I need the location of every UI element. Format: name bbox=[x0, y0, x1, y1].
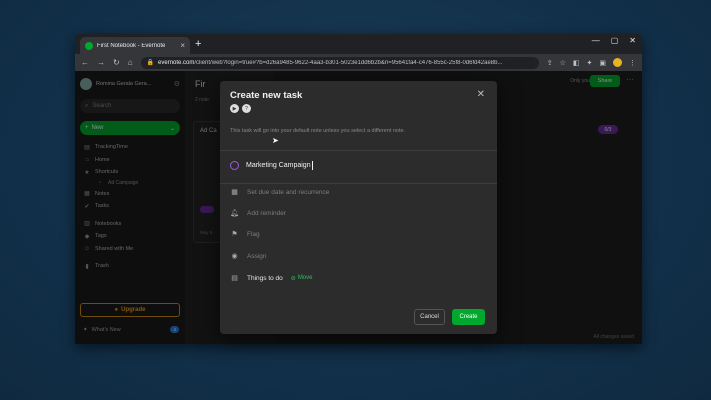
divider bbox=[220, 183, 497, 184]
extensions-area: ⇪ ☆ ◧ ✦ ▣ ⋮ bbox=[547, 58, 636, 67]
window-close-button[interactable]: ✕ bbox=[629, 36, 636, 45]
flag-icon: ⚑ bbox=[231, 231, 238, 238]
create-button[interactable]: Create bbox=[452, 309, 485, 325]
home-button[interactable]: ⌂ bbox=[128, 58, 133, 67]
tab-bar: First Notebook - Evernote × + — ▢ ✕ bbox=[75, 34, 642, 54]
window-controls: — ▢ ✕ bbox=[592, 36, 636, 45]
option-label: Add reminder bbox=[247, 209, 287, 217]
task-location-row: ▤ Things to do ⊘ Move bbox=[230, 274, 313, 283]
task-name-field[interactable]: Marketing Campaign bbox=[230, 159, 490, 171]
help-icon[interactable]: ? bbox=[242, 104, 251, 113]
due-date-option[interactable]: ▦ Set due date and recurrence bbox=[230, 188, 330, 197]
dialog-title: Create new task bbox=[230, 90, 303, 101]
task-checkbox[interactable] bbox=[230, 160, 239, 170]
assign-option[interactable]: ◉ Assign bbox=[230, 252, 267, 261]
move-label: Move bbox=[297, 275, 313, 281]
minimize-button[interactable]: — bbox=[592, 36, 600, 45]
close-icon[interactable]: ✕ bbox=[477, 89, 485, 100]
puzzle-icon[interactable]: ✦ bbox=[587, 59, 593, 67]
profile-avatar[interactable] bbox=[613, 58, 622, 67]
person-icon: ◉ bbox=[231, 253, 238, 260]
maximize-button[interactable]: ▢ bbox=[611, 36, 619, 45]
option-label: Assign bbox=[247, 252, 267, 260]
url-text: evernote.com/client/web?login=true#?b=d2… bbox=[158, 59, 503, 66]
divider bbox=[220, 150, 497, 151]
address-toolbar: ← → ↻ ⌂ 🔒 evernote.com/client/web?login=… bbox=[75, 54, 642, 71]
dialog-help-icons: ▶ ? bbox=[230, 104, 251, 113]
location-label: Things to do bbox=[247, 274, 283, 282]
tab-title: First Notebook - Evernote bbox=[97, 42, 166, 49]
lock-icon: 🔒 bbox=[146, 60, 155, 66]
share-icon[interactable]: ⇪ bbox=[547, 59, 553, 67]
option-label: Set due date and recurrence bbox=[247, 188, 330, 196]
move-icon: ⊘ bbox=[290, 275, 296, 282]
evernote-favicon-icon bbox=[85, 41, 93, 50]
browser-tab[interactable]: First Notebook - Evernote × bbox=[80, 37, 190, 54]
back-button[interactable]: ← bbox=[81, 58, 89, 67]
extension-icon[interactable]: ◧ bbox=[573, 59, 580, 67]
forward-button[interactable]: → bbox=[97, 58, 105, 67]
play-icon[interactable]: ▶ bbox=[230, 104, 239, 113]
note-icon: ▤ bbox=[231, 275, 238, 282]
dialog-hint: This task will go into your default note… bbox=[230, 128, 406, 134]
cancel-button[interactable]: Cancel bbox=[414, 309, 445, 325]
address-bar[interactable]: 🔒 evernote.com/client/web?login=true#?b=… bbox=[140, 56, 539, 69]
bookmark-star-icon[interactable]: ☆ bbox=[560, 59, 566, 67]
sidebar-icon[interactable]: ▣ bbox=[599, 59, 606, 67]
reminder-option[interactable]: 🔔︎ Add reminder bbox=[230, 209, 287, 218]
task-name-input[interactable]: Marketing Campaign bbox=[246, 162, 311, 169]
move-button[interactable]: ⊘ Move bbox=[291, 275, 313, 282]
calendar-icon: ▦ bbox=[231, 189, 238, 196]
option-label: Flag bbox=[247, 230, 260, 238]
mouse-cursor-icon: ➤ bbox=[272, 136, 279, 145]
flag-option[interactable]: ⚑ Flag bbox=[230, 230, 260, 239]
bell-icon: 🔔︎ bbox=[230, 210, 239, 217]
new-tab-button[interactable]: + bbox=[195, 38, 201, 50]
reload-button[interactable]: ↻ bbox=[113, 58, 120, 67]
dialog-buttons: Cancel Create bbox=[414, 309, 485, 325]
tab-close-icon[interactable]: × bbox=[180, 41, 185, 50]
create-task-dialog: Create new task ✕ ▶ ? This task will go … bbox=[220, 81, 497, 334]
text-caret bbox=[311, 160, 313, 170]
menu-kebab-icon[interactable]: ⋮ bbox=[629, 59, 636, 67]
